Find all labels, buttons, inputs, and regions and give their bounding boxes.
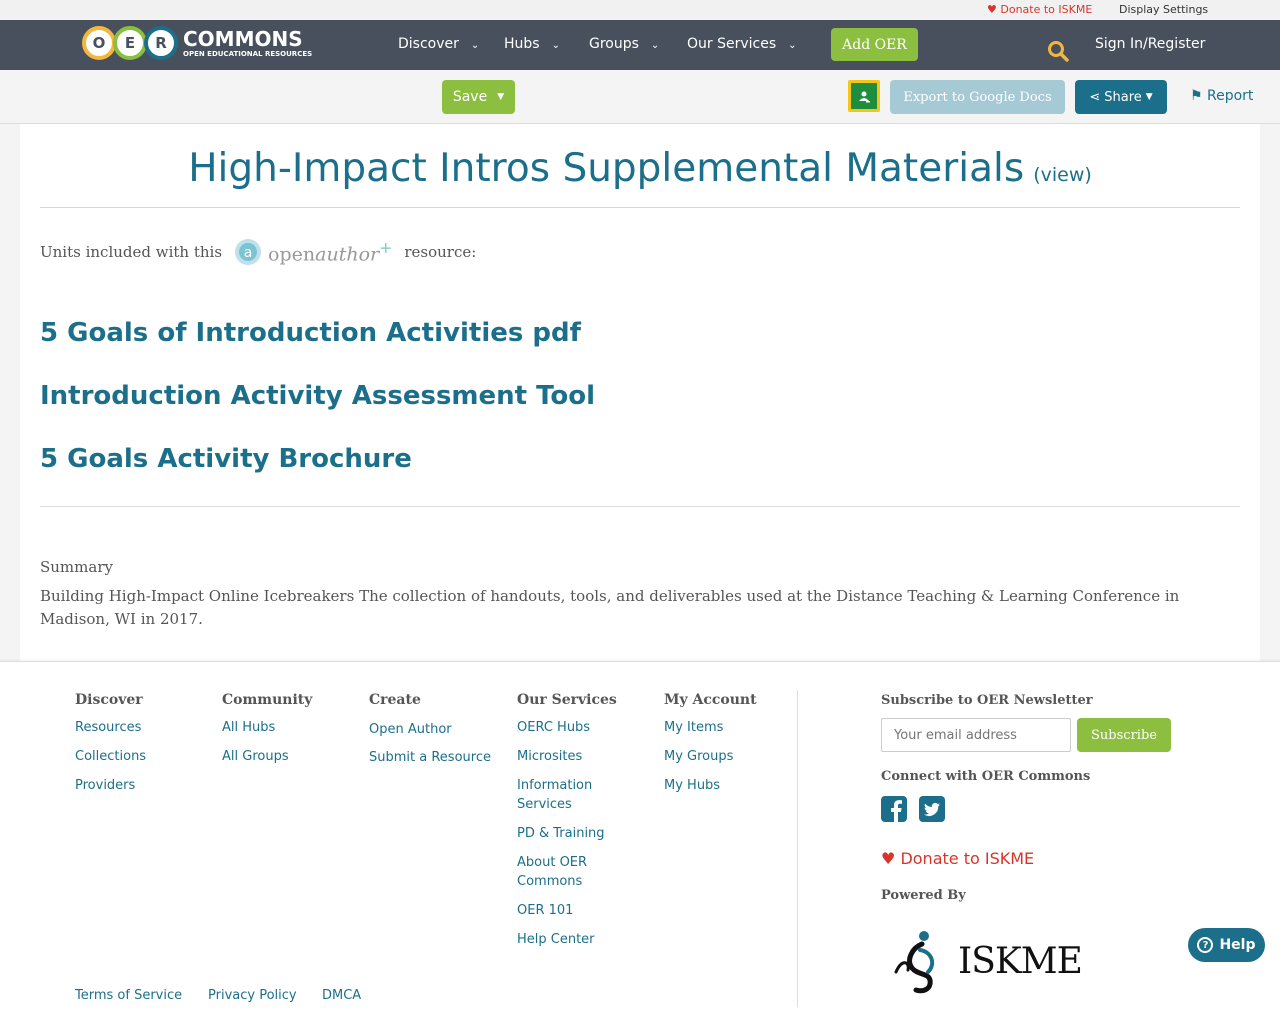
share-button[interactable]: ⋖ Share ▼ [1075,80,1167,114]
nav-discover[interactable]: Discover ⌄ [398,36,479,52]
newsletter-heading: Subscribe to OER Newsletter [881,693,1093,708]
content-panel: High-Impact Intros Supplemental Material… [20,124,1260,661]
facebook-icon[interactable] [881,796,907,826]
save-button[interactable]: Save ▼ [442,80,515,114]
display-settings-link[interactable]: Display Settings [1119,3,1208,16]
site-footer: Discover Resources Collections Providers… [0,661,1280,1024]
footer-link[interactable]: Submit a Resource [369,748,504,767]
summary-text: Building High-Impact Online Icebreakers … [40,587,1180,628]
footer-link[interactable]: Microsites [517,747,617,766]
footer-link[interactable]: Help Center [517,930,617,949]
footer-donate-link[interactable]: ♥ Donate to ISKME [881,849,1034,868]
footer-link[interactable]: All Groups [222,747,352,766]
logo-wordmark: COMMONS OPEN EDUCATIONAL RESOURCES [183,26,313,58]
chevron-down-icon: ⌄ [788,40,797,51]
footer-link[interactable]: Information Services [517,776,617,814]
main-content: High-Impact Intros Supplemental Material… [0,124,1280,661]
logo-circle-r: R [144,26,178,60]
units-intro: Units included with this a openauthor+ r… [40,238,477,266]
logo-circle-e: E [113,26,147,60]
open-author-icon: a [235,239,262,265]
logo-circle-o: O [82,26,116,60]
unit-link[interactable]: 5 Goals of Introduction Activities pdf [40,318,581,348]
footer-link[interactable]: All Hubs [222,718,352,737]
footer-link[interactable]: Providers [75,776,205,795]
report-link[interactable]: ⚑ Report [1190,88,1253,104]
footer-link[interactable]: My Groups [664,747,784,766]
search-icon[interactable] [1047,40,1069,66]
divider [40,207,1240,208]
open-author-logo: a openauthor+ [234,238,392,266]
footer-link[interactable]: OERC Hubs [517,718,617,737]
share-icon: ⋖ [1089,89,1101,105]
sign-in-link[interactable]: Sign In/Register [1095,36,1205,52]
unit-link[interactable]: Introduction Activity Assessment Tool [40,381,595,411]
nav-our-services[interactable]: Our Services ⌄ [687,36,797,52]
donate-link[interactable]: ♥ Donate to ISKME [987,3,1092,16]
main-nav: O E R COMMONS OPEN EDUCATIONAL RESOURCES… [0,20,1280,70]
footer-link[interactable]: Resources [75,718,205,737]
twitter-icon[interactable] [919,796,945,826]
footer-discover: Discover Resources Collections Providers [75,692,205,805]
add-oer-button[interactable]: Add OER [831,28,918,61]
privacy-link[interactable]: Privacy Policy [208,988,297,1003]
heart-icon: ♥ [881,849,896,868]
footer-link[interactable]: My Hubs [664,776,784,795]
google-classroom-icon [851,83,877,109]
newsletter-email-input[interactable] [881,718,1071,752]
footer-link[interactable]: Open Author [369,720,504,739]
svg-text:a: a [244,245,253,261]
summary-heading: Summary [40,558,113,576]
google-classroom-button[interactable] [848,80,880,112]
page-title: High-Impact Intros Supplemental Material… [188,146,1025,191]
utility-bar: ♥ Donate to ISKME Display Settings [0,0,1280,20]
footer-community: Community All Hubs All Groups [222,692,352,776]
terms-link[interactable]: Terms of Service [75,988,182,1003]
footer-link[interactable]: My Items [664,718,784,737]
help-button[interactable]: ? Help [1188,928,1265,962]
flag-icon: ⚑ [1190,88,1203,104]
iskme-swirl-icon [894,931,935,994]
chevron-down-icon: ⌄ [551,40,560,51]
page-title-wrap: High-Impact Intros Supplemental Material… [40,146,1240,191]
footer-link[interactable]: Collections [75,747,205,766]
subscribe-button[interactable]: Subscribe [1077,718,1171,752]
footer-link[interactable]: OER 101 [517,901,617,920]
connect-heading: Connect with OER Commons [881,769,1091,784]
caret-down-icon: ▼ [497,92,505,102]
chevron-down-icon: ⌄ [470,40,480,51]
caret-down-icon: ▼ [1145,92,1153,102]
footer-our-services: Our Services OERC Hubs Microsites Inform… [517,692,617,949]
chevron-down-icon: ⌄ [650,40,660,51]
view-link[interactable]: (view) [1033,164,1092,186]
powered-by-heading: Powered By [881,888,966,903]
nav-groups[interactable]: Groups ⌄ [589,36,659,52]
footer-link[interactable]: About OER Commons [517,853,617,891]
heart-icon: ♥ [987,3,997,16]
footer-create: Create Open Author Submit a Resource [369,692,504,777]
footer-my-account: My Account My Items My Groups My Hubs [664,692,784,805]
footer-link[interactable]: PD & Training [517,824,617,843]
help-question-icon: ? [1197,937,1214,953]
iskme-logo[interactable]: ISKME [892,928,1083,994]
oer-commons-logo[interactable]: O E R COMMONS OPEN EDUCATIONAL RESOURCES [82,25,312,61]
unit-link[interactable]: 5 Goals Activity Brochure [40,444,412,474]
export-google-docs-button[interactable]: Export to Google Docs [890,80,1065,114]
divider [40,506,1240,507]
resource-toolbar: Save ▼ Export to Google Docs ⋖ Share ▼ ⚑ Re… [0,70,1280,124]
dmca-link[interactable]: DMCA [322,988,361,1003]
footer-divider [797,690,798,1007]
nav-hubs[interactable]: Hubs ⌄ [504,36,560,52]
